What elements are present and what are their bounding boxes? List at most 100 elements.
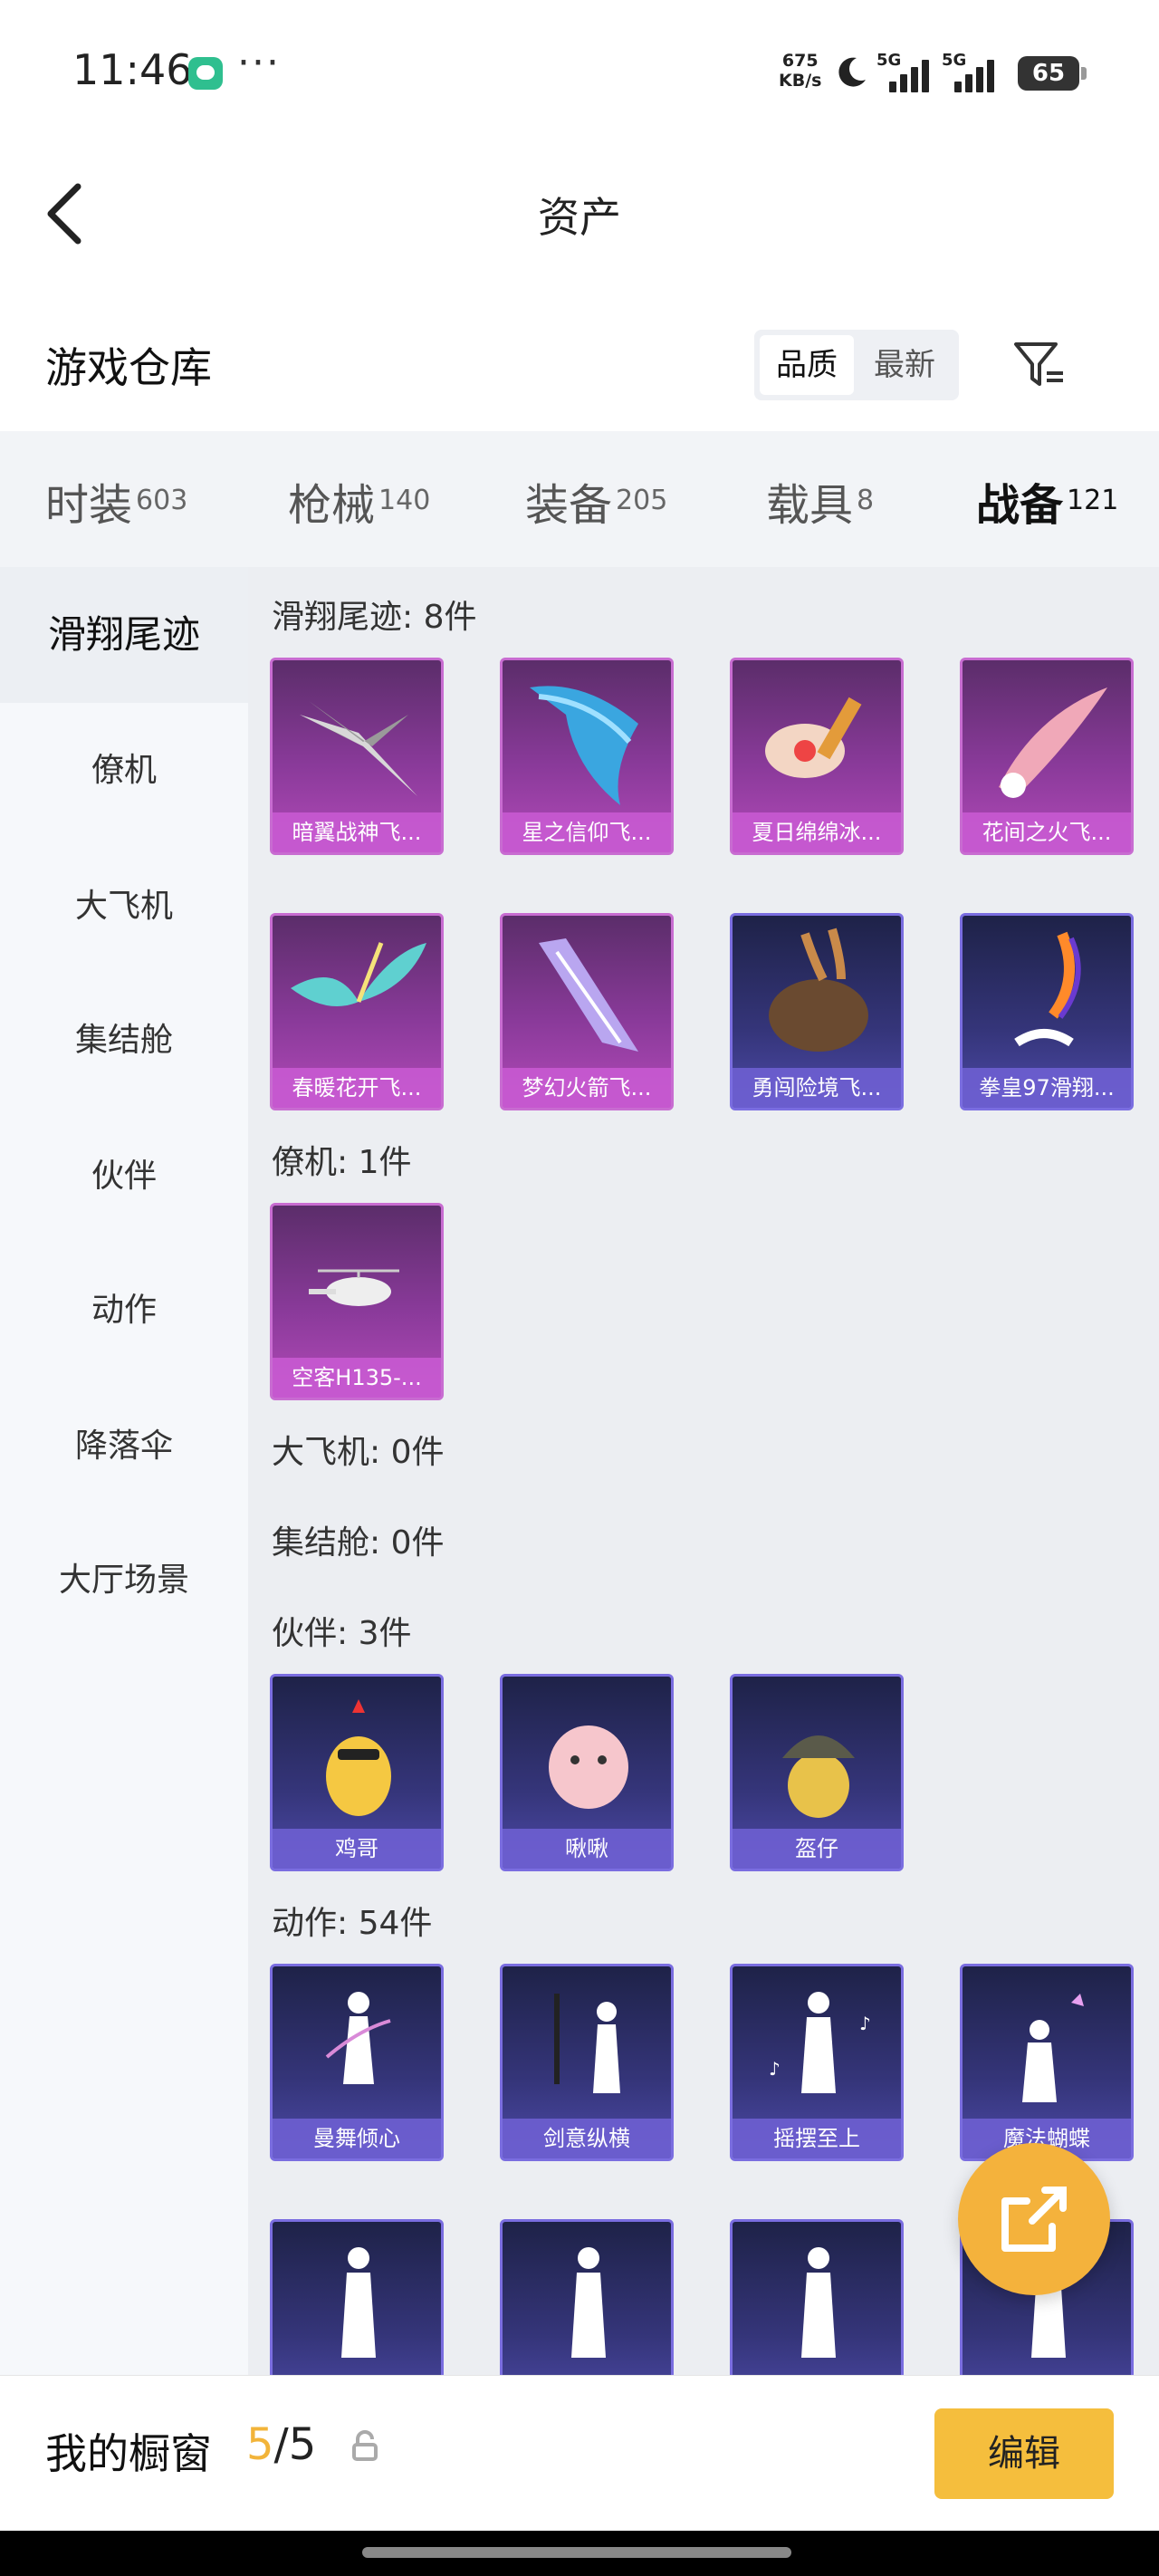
section-title-partner: 伙伴: 3件: [272, 1615, 412, 1652]
section-title-rally-pod: 集结舱: 0件: [272, 1524, 445, 1562]
item-card[interactable]: 盔仔: [730, 1674, 904, 1871]
item-card[interactable]: [500, 2219, 674, 2379]
tab-equipment-count: 205: [616, 485, 668, 516]
section-title-wingman: 僚机: 1件: [272, 1144, 412, 1181]
status-time: 11:46: [72, 45, 193, 94]
item-card[interactable]: 夏日绵绵冰...: [730, 658, 904, 855]
page-title: 资产: [538, 193, 621, 242]
item-grid: 滑翔尾迹: 8件 暗翼战神飞... 星之信仰飞... 夏日绵绵冰... 花间之火…: [248, 567, 1159, 2379]
sword-action-image: [554, 1994, 620, 2093]
action-thumbnail-image: [801, 2247, 836, 2358]
sidebar-item-rally-pod[interactable]: 集结舱: [0, 973, 248, 1109]
tab-guns-label: 枪械: [288, 480, 376, 531]
sort-quality-button[interactable]: 品质: [760, 335, 854, 395]
signal-5g-label-1: 5G: [876, 51, 902, 70]
tab-guns-count: 140: [378, 485, 431, 516]
sidebar-item-glide-trail[interactable]: 滑翔尾迹: [0, 567, 248, 703]
page-header: 资产: [0, 145, 1159, 281]
warehouse-title: 游戏仓库: [45, 343, 212, 392]
item-card[interactable]: 花间之火飞...: [960, 658, 1134, 855]
system-nav-bar: [0, 2531, 1159, 2576]
tab-readiness-count: 121: [1067, 485, 1119, 516]
item-card[interactable]: 魔法蝴蝶: [960, 1964, 1134, 2161]
item-name: 拳皇97滑翔...: [963, 1068, 1131, 1108]
tab-readiness[interactable]: 战备 121: [976, 469, 1119, 576]
item-name: 暗翼战神飞...: [273, 812, 441, 852]
section-title-glide-trail: 滑翔尾迹: 8件: [272, 599, 477, 636]
sidebar-item-wingman[interactable]: 僚机: [0, 703, 248, 839]
spring-bloom-trail-image: [291, 942, 426, 1006]
star-faith-trail-image: [530, 686, 638, 805]
tab-fashion[interactable]: 时装 603: [45, 469, 187, 533]
signal-5g-icon-1: 5G: [876, 51, 929, 92]
jiujiu-partner-image: [549, 1725, 628, 1809]
tab-vehicles[interactable]: 载具 8: [766, 469, 874, 533]
item-name: 夏日绵绵冰...: [733, 812, 901, 852]
item-name: 空客H135-...: [273, 1358, 441, 1398]
action-thumbnail-image: [571, 2247, 606, 2358]
sort-toggle: 品质 最新: [754, 330, 959, 400]
showcase-label: 我的橱窗: [45, 2429, 212, 2478]
item-card[interactable]: [270, 2219, 444, 2379]
showcase-bar: 我的橱窗 5/5 编辑: [0, 2375, 1159, 2531]
svg-text:♪: ♪: [859, 2013, 871, 2034]
status-bar: 11:46 ··· 675 KB/s 5G 5G 65: [0, 0, 1159, 145]
item-name: 盔仔: [733, 1829, 901, 1869]
item-card[interactable]: 勇闯险境飞...: [730, 913, 904, 1110]
share-floating-button[interactable]: [958, 2143, 1110, 2295]
sidebar-item-partner[interactable]: 伙伴: [0, 1109, 248, 1245]
kof97-trail-image: [1014, 931, 1081, 1047]
item-card[interactable]: 春暖花开飞...: [270, 913, 444, 1110]
chat-app-icon: [188, 57, 223, 90]
adventure-trail-image: [769, 928, 868, 1052]
chicken-partner-image: [326, 1699, 391, 1816]
item-card[interactable]: [730, 2219, 904, 2379]
section-title-action: 动作: 54件: [272, 1905, 433, 1942]
category-tabs: 时装 603 枪械 140 装备 205 载具 8 战备 121: [0, 431, 1159, 576]
tab-vehicles-count: 8: [857, 485, 875, 516]
tab-equipment-label: 装备: [525, 480, 613, 531]
subcategory-sidebar: 滑翔尾迹 僚机 大飞机 集结舱 伙伴 动作 降落伞 大厅场景: [0, 567, 248, 2379]
network-speed-unit: KB/s: [779, 71, 822, 91]
tab-fashion-label: 时装: [45, 480, 133, 531]
tab-guns[interactable]: 枪械 140: [288, 469, 430, 533]
network-speed: 675 KB/s: [779, 51, 821, 91]
warehouse-header: 游戏仓库 品质 最新: [0, 299, 1159, 426]
item-card[interactable]: 啾啾: [500, 1674, 674, 1871]
item-name: 摇摆至上: [733, 2119, 901, 2158]
summer-ice-trail-image: [765, 697, 862, 778]
item-card[interactable]: 空客H135-...: [270, 1203, 444, 1400]
sidebar-item-action[interactable]: 动作: [0, 1243, 248, 1379]
item-name: 星之信仰飞...: [503, 812, 671, 852]
item-card[interactable]: 暗翼战神飞...: [270, 658, 444, 855]
do-not-disturb-moon-icon: [838, 57, 866, 87]
home-gesture-indicator[interactable]: [362, 2547, 791, 2558]
tab-fashion-count: 603: [136, 485, 188, 516]
dream-rocket-trail-image: [539, 938, 638, 1052]
item-name: 剑意纵横: [503, 2119, 671, 2158]
lock-icon: [352, 2430, 378, 2461]
item-card[interactable]: ♪ ♪ 摇摆至上: [730, 1964, 904, 2161]
sidebar-item-parachute[interactable]: 降落伞: [0, 1379, 248, 1514]
item-card[interactable]: 剑意纵横: [500, 1964, 674, 2161]
item-card[interactable]: 星之信仰飞...: [500, 658, 674, 855]
item-name: 春暖花开飞...: [273, 1068, 441, 1108]
sort-newest-button[interactable]: 最新: [857, 335, 952, 395]
tab-readiness-label: 战备: [976, 480, 1064, 531]
network-speed-value: 675: [781, 51, 819, 71]
sidebar-item-big-plane[interactable]: 大飞机: [0, 839, 248, 975]
signal-5g-label-2: 5G: [942, 51, 967, 70]
sidebar-item-lobby-scene[interactable]: 大厅场景: [0, 1513, 248, 1648]
edit-button[interactable]: 编辑: [934, 2408, 1114, 2499]
item-name: 鸡哥: [273, 1829, 441, 1869]
item-card[interactable]: 鸡哥: [270, 1674, 444, 1871]
item-card[interactable]: 拳皇97滑翔...: [960, 913, 1134, 1110]
item-card[interactable]: 梦幻火箭飞...: [500, 913, 674, 1110]
swing-action-image: ♪ ♪: [769, 1992, 871, 2093]
helicopter-image: [309, 1269, 399, 1306]
tab-equipment[interactable]: 装备 205: [525, 469, 667, 533]
dance-action-image: [325, 1992, 391, 2084]
filter-icon[interactable]: [1011, 335, 1068, 393]
item-card[interactable]: 曼舞倾心: [270, 1964, 444, 2161]
item-name: 梦幻火箭飞...: [503, 1068, 671, 1108]
